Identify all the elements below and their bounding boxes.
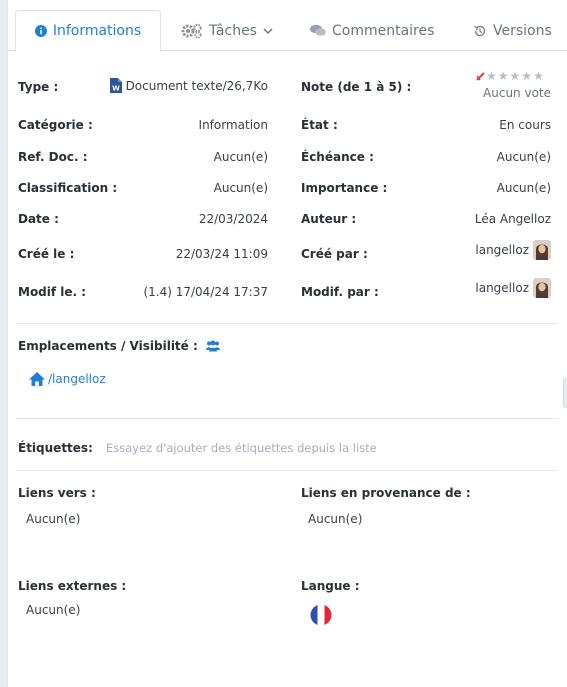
liens-vers-label: Liens vers : [18,486,96,500]
etiquettes-label: Étiquettes: [18,441,93,455]
comments-icon [310,24,326,37]
modif-par-username[interactable]: langelloz [475,281,529,295]
liens-externes-value: Aucun(e) [26,603,81,617]
cree-par-label: Créé par : [301,247,368,261]
avatar [533,278,551,298]
liens-provenance-value: Aucun(e) [308,512,363,526]
info-icon [34,25,47,37]
classification-value: Aucun(e) [213,181,268,195]
scrollbar-handle[interactable] [563,378,567,408]
document-info-panel: Informations Tâches Commentaires Version… [7,0,567,687]
note-label: Note (de 1 à 5) : [301,80,412,94]
modif-par-value: langelloz [408,278,551,298]
classification-label: Classification : [18,181,118,195]
tab-commentaires[interactable]: Commentaires [310,10,434,51]
importance-value: Aucun(e) [496,181,551,195]
divider [16,470,558,471]
cree-le-value: 22/03/24 11:09 [175,247,268,261]
clear-rating-icon[interactable] [476,71,485,81]
liens-vers-value: Aucun(e) [26,512,81,526]
star-icon[interactable]: ★ [533,70,544,82]
auteur-label: Auteur : [301,212,357,226]
tab-versions[interactable]: Versions [473,10,552,51]
divider [16,418,558,419]
chevron-down-icon [263,27,273,35]
categorie-label: Catégorie : [18,118,93,132]
auteur-value: Léa Angelloz [474,212,551,226]
divider [16,323,558,324]
cree-par-value: langelloz [408,240,551,260]
importance-label: Importance : [301,181,388,195]
location-path-text[interactable]: /langelloz [48,372,106,386]
tab-versions-label: Versions [493,22,552,39]
type-value: W Document texte/26,7Ko [108,78,268,93]
tab-taches[interactable]: Tâches [181,10,273,51]
word-document-icon: W [109,78,122,93]
echeance-label: Échéance : [301,150,374,164]
modif-par-label: Modif. par : [301,285,379,299]
users-group-icon[interactable] [205,340,220,352]
liens-provenance-label: Liens en provenance de : [301,486,471,500]
date-label: Date : [18,212,59,226]
liens-externes-label: Liens externes : [18,579,127,593]
star-icon[interactable]: ★ [498,70,509,82]
etat-label: État : [301,118,338,132]
refdoc-label: Ref. Doc. : [18,150,88,164]
cree-le-label: Créé le : [18,247,75,261]
cree-par-username[interactable]: langelloz [475,243,529,257]
emplacements-header: Emplacements / Visibilité : [18,339,220,353]
avatar [533,240,551,260]
gears-icon [181,23,203,39]
tab-taches-label: Tâches [209,22,257,39]
location-path[interactable]: /langelloz [28,371,106,387]
modif-le-value: (1.4) 17/04/24 17:37 [143,285,268,299]
type-value-text: Document texte/26,7Ko [125,78,268,93]
tab-commentaires-label: Commentaires [332,22,435,39]
home-icon [28,371,46,387]
type-label: Type : [18,80,59,94]
echeance-value: Aucun(e) [496,150,551,164]
star-icon[interactable]: ★ [510,70,521,82]
categorie-value: Information [198,118,268,132]
note-value: Aucun vote [483,86,551,100]
history-icon [473,24,487,38]
date-value: 22/03/2024 [198,212,268,226]
rating-stars[interactable]: ★ ★ ★ ★ ★ [476,70,544,82]
modif-le-label: Modif le. : [18,285,87,299]
emplacements-label: Emplacements / Visibilité : [18,339,198,353]
svg-text:W: W [112,85,120,93]
etiquettes-input[interactable]: Essayez d'ajouter des étiquettes depuis … [106,441,377,455]
refdoc-value: Aucun(e) [213,150,268,164]
france-flag-icon[interactable] [310,604,332,626]
langue-label: Langue : [301,579,360,593]
tab-informations[interactable]: Informations [15,10,161,52]
star-icon[interactable]: ★ [486,70,497,82]
star-icon[interactable]: ★ [521,70,532,82]
tab-informations-label: Informations [52,23,142,39]
tab-bar: Informations Tâches Commentaires Version… [8,0,567,52]
etat-value: En cours [499,118,551,132]
